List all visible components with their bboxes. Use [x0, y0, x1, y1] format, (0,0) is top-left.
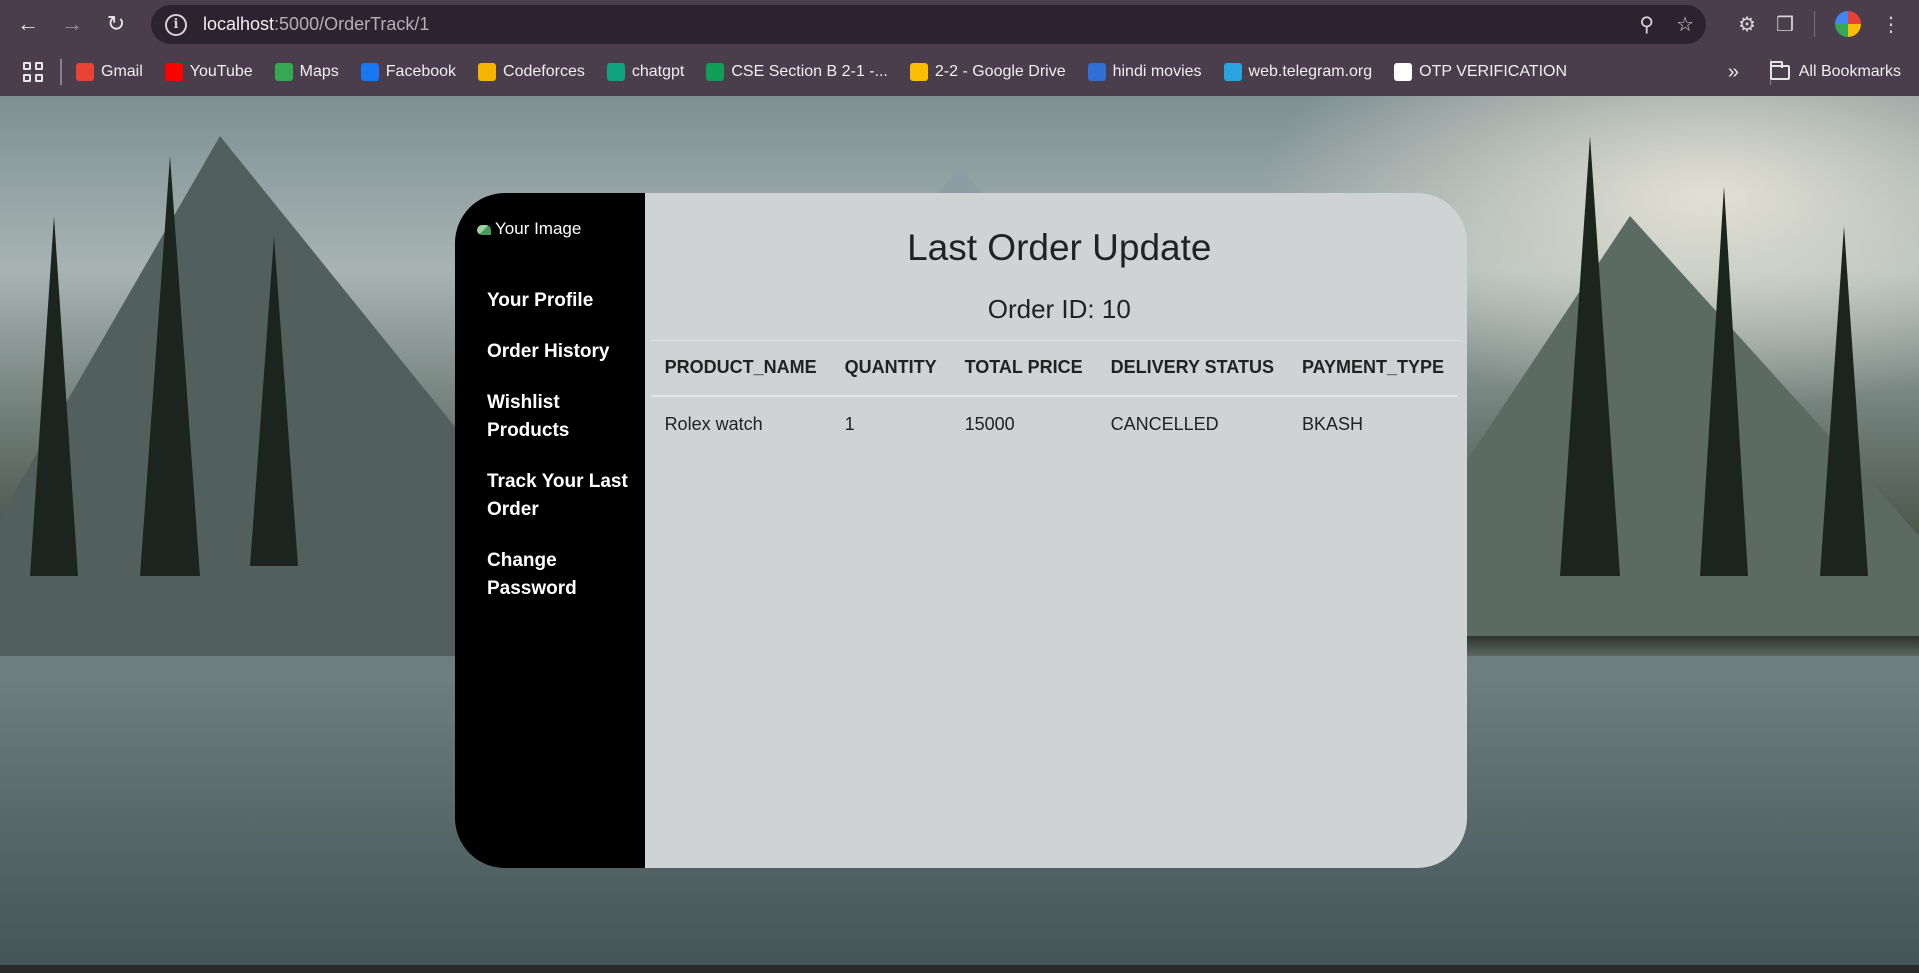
bookmarks-divider [60, 59, 62, 85]
column-header: QUANTITY [844, 357, 937, 378]
bookmark-label: chatgpt [631, 63, 685, 80]
bookmark-item[interactable]: hindi movies [1087, 63, 1202, 81]
bookmark-label: Gmail [101, 63, 143, 80]
broken-image-icon [477, 222, 493, 236]
url-path: :5000/OrderTrack/1 [274, 14, 430, 34]
zoom-icon[interactable]: ⚲ [1639, 12, 1654, 37]
order-table: PRODUCT_NAME QUANTITY TOTAL PRICE DELIVERY … [650, 340, 1458, 452]
profile-avatar[interactable] [1835, 11, 1861, 37]
bookmark-favicon-icon [1394, 63, 1413, 81]
menu-kebab-icon[interactable]: ⋮ [1881, 12, 1901, 37]
bookmark-item[interactable]: Facebook [360, 63, 457, 81]
bookmark-star-icon[interactable]: ☆ [1676, 12, 1694, 37]
order-track-card: Your Image Your Profile Order History Wish… [455, 193, 1467, 868]
bookmark-favicon-icon [909, 63, 928, 81]
bookmarks-overflow-icon[interactable]: » [1728, 48, 1739, 96]
bookmark-favicon-icon [1223, 63, 1242, 81]
all-bookmarks-button[interactable]: All Bookmarks [1769, 48, 1901, 96]
table-cell: 15000 [964, 413, 1015, 434]
column-header: TOTAL PRICE [964, 357, 1083, 378]
bookmarks-bar: Gmail YouTube Maps Facebook Codeforces chatgp… [0, 48, 1919, 96]
bookmark-favicon-icon [76, 63, 94, 81]
all-bookmarks-label: All Bookmarks [1798, 63, 1901, 80]
bookmark-label: CSE Section B 2-1 -... [731, 63, 888, 80]
browser-toolbar: ← → ↻ i localhost:5000/OrderTrack/1 ⚲ ☆ … [0, 0, 1919, 48]
bookmark-item[interactable]: Gmail [76, 63, 143, 81]
tree [250, 236, 298, 566]
sidebar-item[interactable]: Change Password [487, 547, 631, 603]
bookmark-label: web.telegram.org [1248, 63, 1373, 80]
bookmark-label: YouTube [189, 63, 253, 80]
table-cell: CANCELLED [1110, 413, 1219, 434]
bookmark-label: OTP VERIFICATION [1419, 63, 1568, 80]
tree [1560, 136, 1620, 576]
bookmark-favicon-icon [606, 63, 625, 81]
main-content: Last Order Update Order ID: 10 PRODUCT_N… [644, 193, 1467, 868]
tree [1700, 186, 1748, 576]
bookmark-item[interactable]: Maps [274, 63, 339, 81]
bookmark-item[interactable]: YouTube [164, 63, 253, 81]
extension-gear-icon[interactable]: ⚙ [1738, 12, 1756, 37]
logo-alt-text: Your Image [495, 219, 582, 238]
back-arrow-icon[interactable]: ← [6, 0, 50, 48]
tree [140, 156, 200, 576]
bookmark-item[interactable]: Codeforces [478, 63, 585, 81]
bookmark-label: Codeforces [503, 63, 585, 80]
sidebar-item[interactable]: Track Your Last Order [487, 468, 631, 524]
table-header-row: PRODUCT_NAME QUANTITY TOTAL PRICE DELIVERY … [650, 340, 1458, 396]
taskbar-strip [0, 965, 1919, 973]
sidebar-item[interactable]: Wishlist Products [487, 389, 631, 445]
order-id: Order ID: 10 [987, 294, 1131, 324]
address-bar[interactable]: i localhost:5000/OrderTrack/1 ⚲ ☆ [151, 5, 1706, 44]
column-header: PRODUCT_NAME [664, 357, 817, 378]
sidebar-menu: Your Profile Order History Wishlist Produc… [455, 287, 645, 603]
bookmark-favicon-icon [360, 63, 379, 81]
bookmark-label: 2-2 - Google Drive [934, 63, 1066, 80]
column-header: PAYMENT_TYPE [1301, 357, 1444, 378]
bookmark-item[interactable]: 2-2 - Google Drive [909, 63, 1066, 81]
table-body: Rolex watch 1 15000 CANCELLED BKASH [651, 396, 1458, 452]
toolbar-divider [1814, 11, 1815, 37]
table-row: Rolex watch 1 15000 CANCELLED BKASH [651, 396, 1458, 452]
apps-grid-icon[interactable] [18, 57, 48, 87]
bookmark-item[interactable]: CSE Section B 2-1 -... [706, 63, 888, 81]
sidebar-item[interactable]: Your Profile [487, 287, 631, 315]
site-info-icon[interactable]: i [165, 13, 187, 36]
bookmark-favicon-icon [706, 63, 725, 81]
bookmark-item[interactable]: OTP VERIFICATION [1394, 63, 1567, 81]
url-text[interactable]: localhost:5000/OrderTrack/1 [203, 14, 429, 35]
bookmark-favicon-icon [1087, 63, 1106, 81]
table-cell: Rolex watch [664, 413, 763, 434]
forward-arrow-icon[interactable]: → [50, 0, 94, 48]
sidebar: Your Image Your Profile Order History Wish… [455, 193, 645, 868]
extensions-puzzle-icon[interactable]: ❒ [1776, 12, 1794, 37]
bookmark-label: hindi movies [1112, 63, 1202, 80]
sidebar-item[interactable]: Order History [487, 338, 631, 366]
url-host: localhost [203, 14, 275, 34]
table-cell: BKASH [1301, 413, 1363, 434]
tree [1820, 226, 1868, 576]
bookmark-label: Maps [299, 63, 339, 80]
bookmark-item[interactable]: web.telegram.org [1223, 63, 1373, 81]
bookmark-favicon-icon [478, 63, 497, 81]
reload-icon[interactable]: ↻ [94, 0, 138, 48]
tree [30, 216, 78, 576]
bookmark-label: Facebook [385, 63, 457, 80]
bookmark-favicon-icon [164, 63, 183, 81]
column-header: DELIVERY STATUS [1110, 357, 1274, 378]
bookmark-item[interactable]: chatgpt [606, 63, 685, 81]
page-title: Last Order Update [907, 227, 1212, 268]
logo-image: Your Image [477, 218, 645, 240]
folder-icon [1769, 60, 1790, 80]
bookmark-favicon-icon [274, 63, 293, 81]
table-cell: 1 [844, 413, 855, 434]
